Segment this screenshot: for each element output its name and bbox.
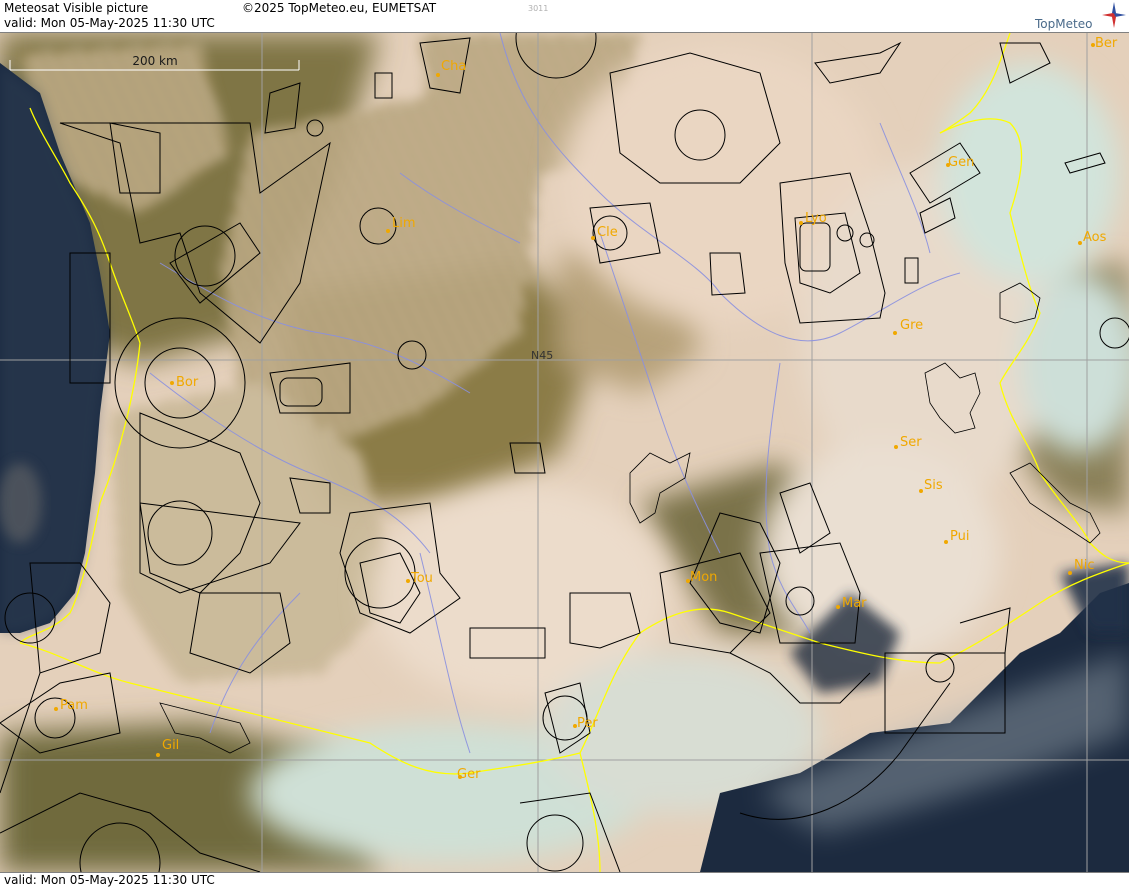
city-tou[interactable]: Tou [406, 571, 433, 586]
city-dot-icon [799, 221, 803, 225]
svg-text:Nic: Nic [1074, 558, 1094, 573]
scale-bar-label: 200 km [132, 54, 177, 68]
svg-text:Tou: Tou [410, 571, 433, 586]
city-ber[interactable]: Ber [1091, 36, 1118, 51]
city-dot-icon [170, 381, 174, 385]
city-pam[interactable]: Pam [54, 698, 88, 713]
city-dot-icon [893, 331, 897, 335]
city-dot-icon [436, 73, 440, 77]
svg-text:Ser: Ser [900, 435, 922, 450]
city-ger[interactable]: Ger [457, 767, 481, 782]
svg-text:Per: Per [577, 716, 598, 731]
map-title: Meteosat Visible picture [4, 1, 149, 15]
svg-text:Pam: Pam [60, 698, 88, 713]
svg-text:Mar: Mar [842, 596, 867, 611]
city-per[interactable]: Per [573, 716, 598, 731]
valid-time: valid: Mon 05-May-2025 11:30 UTC [4, 16, 215, 30]
footer-bar: valid: Mon 05-May-2025 11:30 UTC [0, 872, 1129, 888]
svg-text:Ber: Ber [1095, 36, 1118, 51]
city-dot-icon [836, 605, 840, 609]
svg-text:Aos: Aos [1083, 230, 1107, 245]
city-dot-icon [1078, 241, 1082, 245]
grid-label-n45: N45 [531, 349, 553, 362]
city-mon[interactable]: Mon [686, 570, 717, 585]
city-gen[interactable]: Gen [946, 155, 974, 170]
city-dot-icon [919, 489, 923, 493]
compass-logo-icon [1102, 2, 1126, 28]
footer-valid-time: valid: Mon 05-May-2025 11:30 UTC [4, 873, 215, 887]
svg-text:Gil: Gil [162, 738, 179, 753]
logo-text: TopMeteo [1035, 17, 1093, 31]
city-aos[interactable]: Aos [1078, 230, 1107, 245]
city-dot-icon [54, 707, 58, 711]
svg-text:Gre: Gre [900, 318, 923, 333]
satellite-map-canvas: 200 km N45 Cha Lim Cle Lyo Gen Ber Aos G… [0, 33, 1129, 872]
svg-text:Bor: Bor [176, 375, 199, 390]
svg-text:Mon: Mon [690, 570, 717, 585]
city-dot-icon [386, 229, 390, 233]
city-dot-icon [1068, 571, 1072, 575]
svg-text:Cha: Cha [441, 59, 466, 74]
svg-text:Lyo: Lyo [805, 211, 827, 226]
svg-text:Sis: Sis [924, 478, 943, 493]
city-dot-icon [591, 236, 595, 240]
svg-text:Ger: Ger [457, 767, 481, 782]
svg-text:Lim: Lim [392, 216, 416, 231]
header-bar: Meteosat Visible picture ©2025 TopMeteo.… [0, 0, 1129, 33]
city-dot-icon [944, 540, 948, 544]
city-dot-icon [156, 753, 160, 757]
city-dot-icon [894, 445, 898, 449]
svg-text:Cle: Cle [597, 225, 618, 240]
satellite-map[interactable]: 200 km N45 Cha Lim Cle Lyo Gen Ber Aos G… [0, 33, 1129, 872]
svg-text:Gen: Gen [948, 155, 974, 170]
image-code: 3011 [528, 4, 549, 13]
city-dot-icon [406, 579, 410, 583]
copyright-text: ©2025 TopMeteo.eu, EUMETSAT [242, 1, 437, 15]
svg-text:Pui: Pui [950, 529, 969, 544]
